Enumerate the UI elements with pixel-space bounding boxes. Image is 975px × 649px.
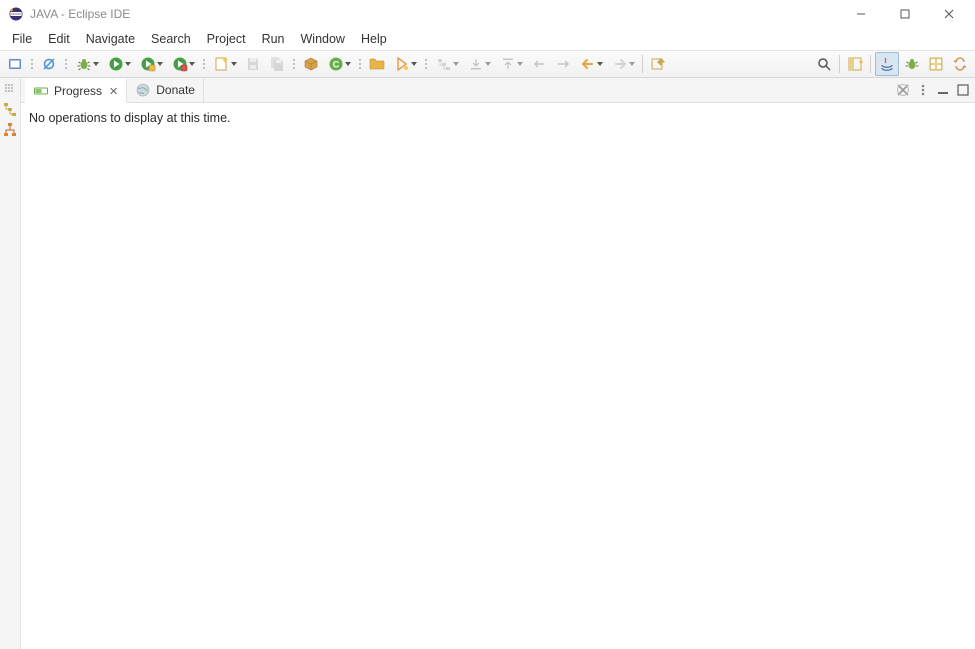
tab-donate[interactable]: Donate [127, 78, 204, 102]
menu-window[interactable]: Window [293, 30, 353, 48]
empty-progress-message: No operations to display at this time. [29, 111, 231, 125]
new-java-package-button[interactable] [300, 53, 322, 75]
menu-navigate[interactable]: Navigate [78, 30, 143, 48]
chevron-down-icon [485, 62, 491, 66]
chevron-down-icon [411, 62, 417, 66]
toolbar-grip [291, 59, 297, 69]
toolbar-separator [870, 55, 871, 73]
hierarchy-icon[interactable] [2, 122, 18, 138]
toolbar-grip [29, 59, 35, 69]
chevron-down-icon [125, 62, 131, 66]
window-title: JAVA - Eclipse IDE [30, 7, 130, 21]
toolbar-grip [357, 59, 363, 69]
view-tab-bar: Progress ✕ Donate [21, 78, 975, 103]
menu-help[interactable]: Help [353, 30, 395, 48]
titlebar: JAVA - Eclipse IDE [0, 0, 975, 28]
run-last-tool-button[interactable] [168, 53, 198, 75]
minimize-button[interactable] [839, 0, 883, 28]
java-browsing-perspective-button[interactable] [925, 53, 947, 75]
chevron-down-icon [93, 62, 99, 66]
toolbar-separator [642, 55, 643, 73]
chevron-down-icon [231, 62, 237, 66]
view-menu-icon[interactable] [915, 82, 931, 98]
skip-breakpoints-button[interactable] [38, 53, 60, 75]
toolbar-grip [423, 59, 429, 69]
open-type-button[interactable] [366, 53, 388, 75]
maximize-button[interactable] [883, 0, 927, 28]
toolbar-grip [63, 59, 69, 69]
progress-view-content: No operations to display at this time. [21, 103, 975, 649]
back-edit-button[interactable] [552, 53, 574, 75]
new-java-class-button[interactable]: C [324, 53, 354, 75]
menu-file[interactable]: File [4, 30, 40, 48]
tab-progress-label: Progress [54, 84, 102, 98]
new-button[interactable] [210, 53, 240, 75]
chevron-down-icon [453, 62, 459, 66]
chevron-down-icon [157, 62, 163, 66]
save-all-button[interactable] [266, 53, 288, 75]
editor-area: Progress ✕ Donate [21, 78, 975, 649]
chevron-down-icon [517, 62, 523, 66]
chevron-down-icon [629, 62, 635, 66]
trim-grip[interactable] [5, 84, 15, 94]
save-button[interactable] [242, 53, 264, 75]
svg-text:C: C [332, 60, 339, 70]
search-button[interactable] [390, 53, 420, 75]
eclipse-logo-icon [8, 6, 24, 22]
menu-run[interactable]: Run [254, 30, 293, 48]
view-toolbar [895, 78, 975, 102]
menu-edit[interactable]: Edit [40, 30, 78, 48]
remove-all-finished-icon[interactable] [895, 82, 911, 98]
team-sync-perspective-button[interactable] [949, 53, 971, 75]
chevron-down-icon [345, 62, 351, 66]
debug-button[interactable] [72, 53, 102, 75]
forward-history-button[interactable] [608, 53, 638, 75]
minimize-view-icon[interactable] [935, 82, 951, 98]
tab-progress[interactable]: Progress ✕ [25, 78, 127, 103]
toolbar-separator [839, 55, 840, 73]
pin-editor-button[interactable] [647, 53, 669, 75]
last-edit-location-button[interactable] [528, 53, 550, 75]
globe-icon [135, 82, 151, 98]
menu-project[interactable]: Project [199, 30, 254, 48]
chevron-down-icon [189, 62, 195, 66]
workbench-body: Progress ✕ Donate [0, 78, 975, 649]
menu-bar: File Edit Navigate Search Project Run Wi… [0, 28, 975, 50]
access-search-button[interactable] [813, 53, 835, 75]
next-annotation-button[interactable] [464, 53, 494, 75]
java-perspective-button[interactable] [875, 52, 899, 76]
menu-search[interactable]: Search [143, 30, 199, 48]
editor-presentation-button[interactable] [4, 53, 26, 75]
main-toolbar: C [0, 50, 975, 78]
back-history-button[interactable] [576, 53, 606, 75]
coverage-button[interactable] [136, 53, 166, 75]
package-explorer-icon[interactable] [2, 100, 18, 116]
left-trim-bar [0, 78, 21, 649]
maximize-view-icon[interactable] [955, 82, 971, 98]
close-button[interactable] [927, 0, 971, 28]
prev-annotation-button[interactable] [496, 53, 526, 75]
toggle-breadcrumb-button[interactable] [432, 53, 462, 75]
close-icon[interactable]: ✕ [109, 85, 118, 98]
debug-perspective-button[interactable] [901, 53, 923, 75]
open-perspective-button[interactable] [844, 53, 866, 75]
run-button[interactable] [104, 53, 134, 75]
tab-donate-label: Donate [156, 83, 195, 97]
toolbar-grip [201, 59, 207, 69]
chevron-down-icon [597, 62, 603, 66]
progress-icon [33, 83, 49, 99]
